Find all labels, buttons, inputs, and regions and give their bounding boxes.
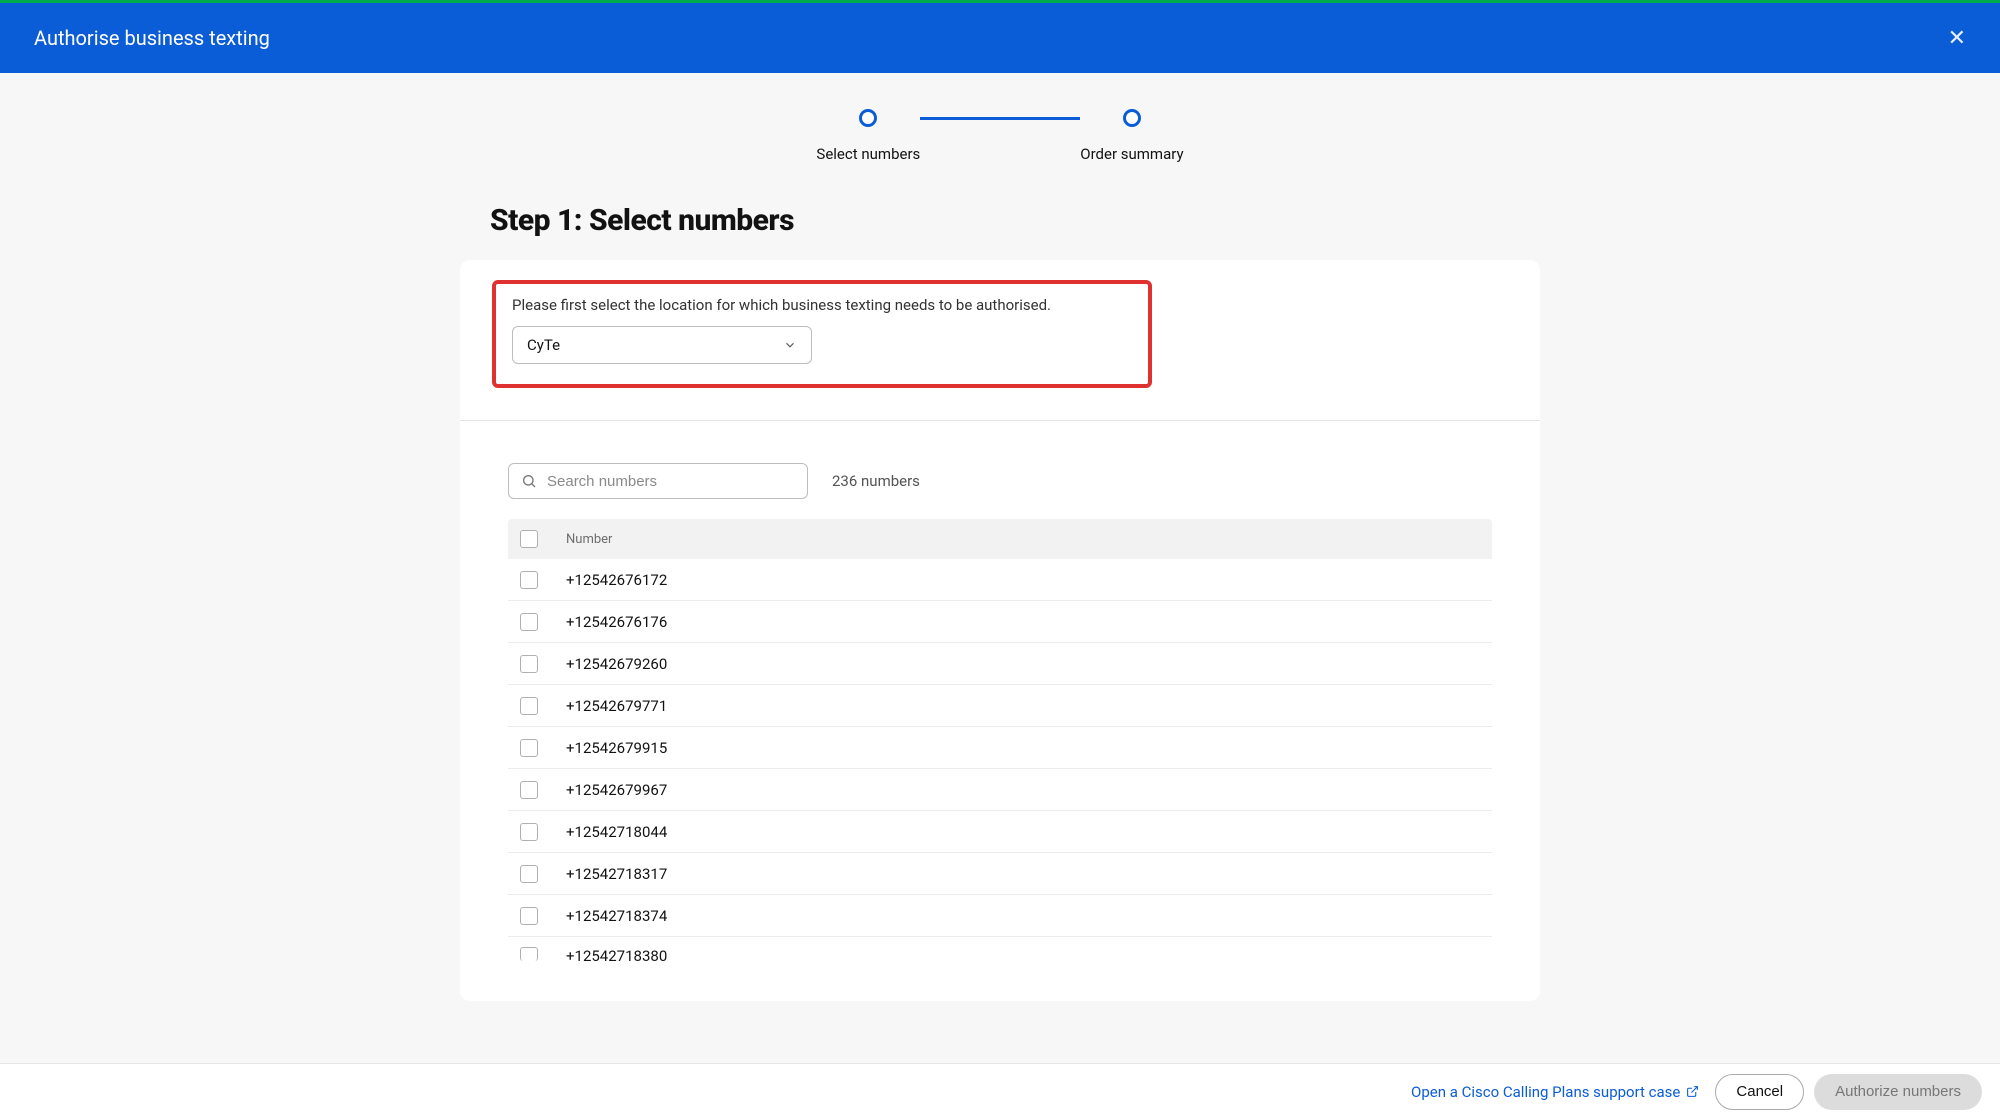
cancel-button[interactable]: Cancel <box>1715 1074 1804 1110</box>
step-circle-icon <box>1123 109 1141 127</box>
location-instruction: Please first select the location for whi… <box>512 296 1132 314</box>
support-link-text: Open a Cisco Calling Plans support case <box>1411 1083 1680 1101</box>
row-checkbox[interactable] <box>520 571 538 589</box>
phone-number: +12542718044 <box>566 823 667 841</box>
support-link[interactable]: Open a Cisco Calling Plans support case <box>1411 1083 1699 1101</box>
row-checkbox[interactable] <box>520 739 538 757</box>
numbers-table: Number +12542676172 +12542676176 +125426… <box>460 519 1540 1001</box>
table-row[interactable]: +12542679967 <box>508 769 1492 811</box>
external-link-icon <box>1686 1085 1699 1098</box>
close-icon[interactable]: ✕ <box>1948 26 1966 51</box>
phone-number: +12542676172 <box>566 571 667 589</box>
step-2-label: Order summary <box>1080 145 1183 163</box>
row-checkbox[interactable] <box>520 907 538 925</box>
location-select[interactable]: CyTe <box>512 326 812 364</box>
table-row[interactable]: +12542718374 <box>508 895 1492 937</box>
row-checkbox[interactable] <box>520 823 538 841</box>
phone-number: +12542679967 <box>566 781 667 799</box>
step-2: Order summary <box>1080 109 1183 163</box>
row-checkbox[interactable] <box>520 613 538 631</box>
table-header-row: Number <box>508 519 1492 559</box>
search-input-wrapper[interactable] <box>508 463 808 499</box>
select-all-checkbox[interactable] <box>520 530 538 548</box>
step-connector <box>920 117 1080 120</box>
table-row[interactable]: +12542718044 <box>508 811 1492 853</box>
table-row[interactable]: +12542679915 <box>508 727 1492 769</box>
authorize-numbers-button[interactable]: Authorize numbers <box>1814 1074 1982 1110</box>
phone-number: +12542718380 <box>566 947 667 965</box>
page-title: Step 1: Select numbers <box>490 203 1550 238</box>
progress-stepper: Select numbers Order summary <box>0 73 2000 183</box>
step-circle-icon <box>859 109 877 127</box>
phone-number: +12542676176 <box>566 613 667 631</box>
row-checkbox[interactable] <box>520 947 538 961</box>
row-checkbox[interactable] <box>520 697 538 715</box>
row-checkbox[interactable] <box>520 781 538 799</box>
column-header-number: Number <box>566 532 612 547</box>
modal-title: Authorise business texting <box>34 26 270 50</box>
phone-number: +12542679771 <box>566 697 667 715</box>
table-row[interactable]: +12542718317 <box>508 853 1492 895</box>
selection-card: Please first select the location for whi… <box>460 260 1540 1001</box>
table-row[interactable]: +12542718380 <box>508 937 1492 971</box>
phone-number: +12542718374 <box>566 907 667 925</box>
search-input[interactable] <box>547 473 795 490</box>
table-row[interactable]: +12542676176 <box>508 601 1492 643</box>
highlight-annotation: Please first select the location for whi… <box>492 280 1152 388</box>
search-icon <box>521 473 537 489</box>
phone-number: +12542679260 <box>566 655 667 673</box>
table-row[interactable]: +12542676172 <box>508 559 1492 601</box>
phone-number: +12542679915 <box>566 739 667 757</box>
table-row[interactable]: +12542679771 <box>508 685 1492 727</box>
location-select-value: CyTe <box>527 336 560 354</box>
row-checkbox[interactable] <box>520 865 538 883</box>
step-1-label: Select numbers <box>816 145 920 163</box>
step-1: Select numbers <box>816 109 920 163</box>
modal-header: Authorise business texting ✕ <box>0 3 2000 73</box>
chevron-down-icon <box>783 338 797 352</box>
footer-bar: Open a Cisco Calling Plans support case … <box>0 1063 2000 1119</box>
row-checkbox[interactable] <box>520 655 538 673</box>
phone-number: +12542718317 <box>566 865 667 883</box>
table-row[interactable]: +12542679260 <box>508 643 1492 685</box>
results-count: 236 numbers <box>832 472 920 490</box>
